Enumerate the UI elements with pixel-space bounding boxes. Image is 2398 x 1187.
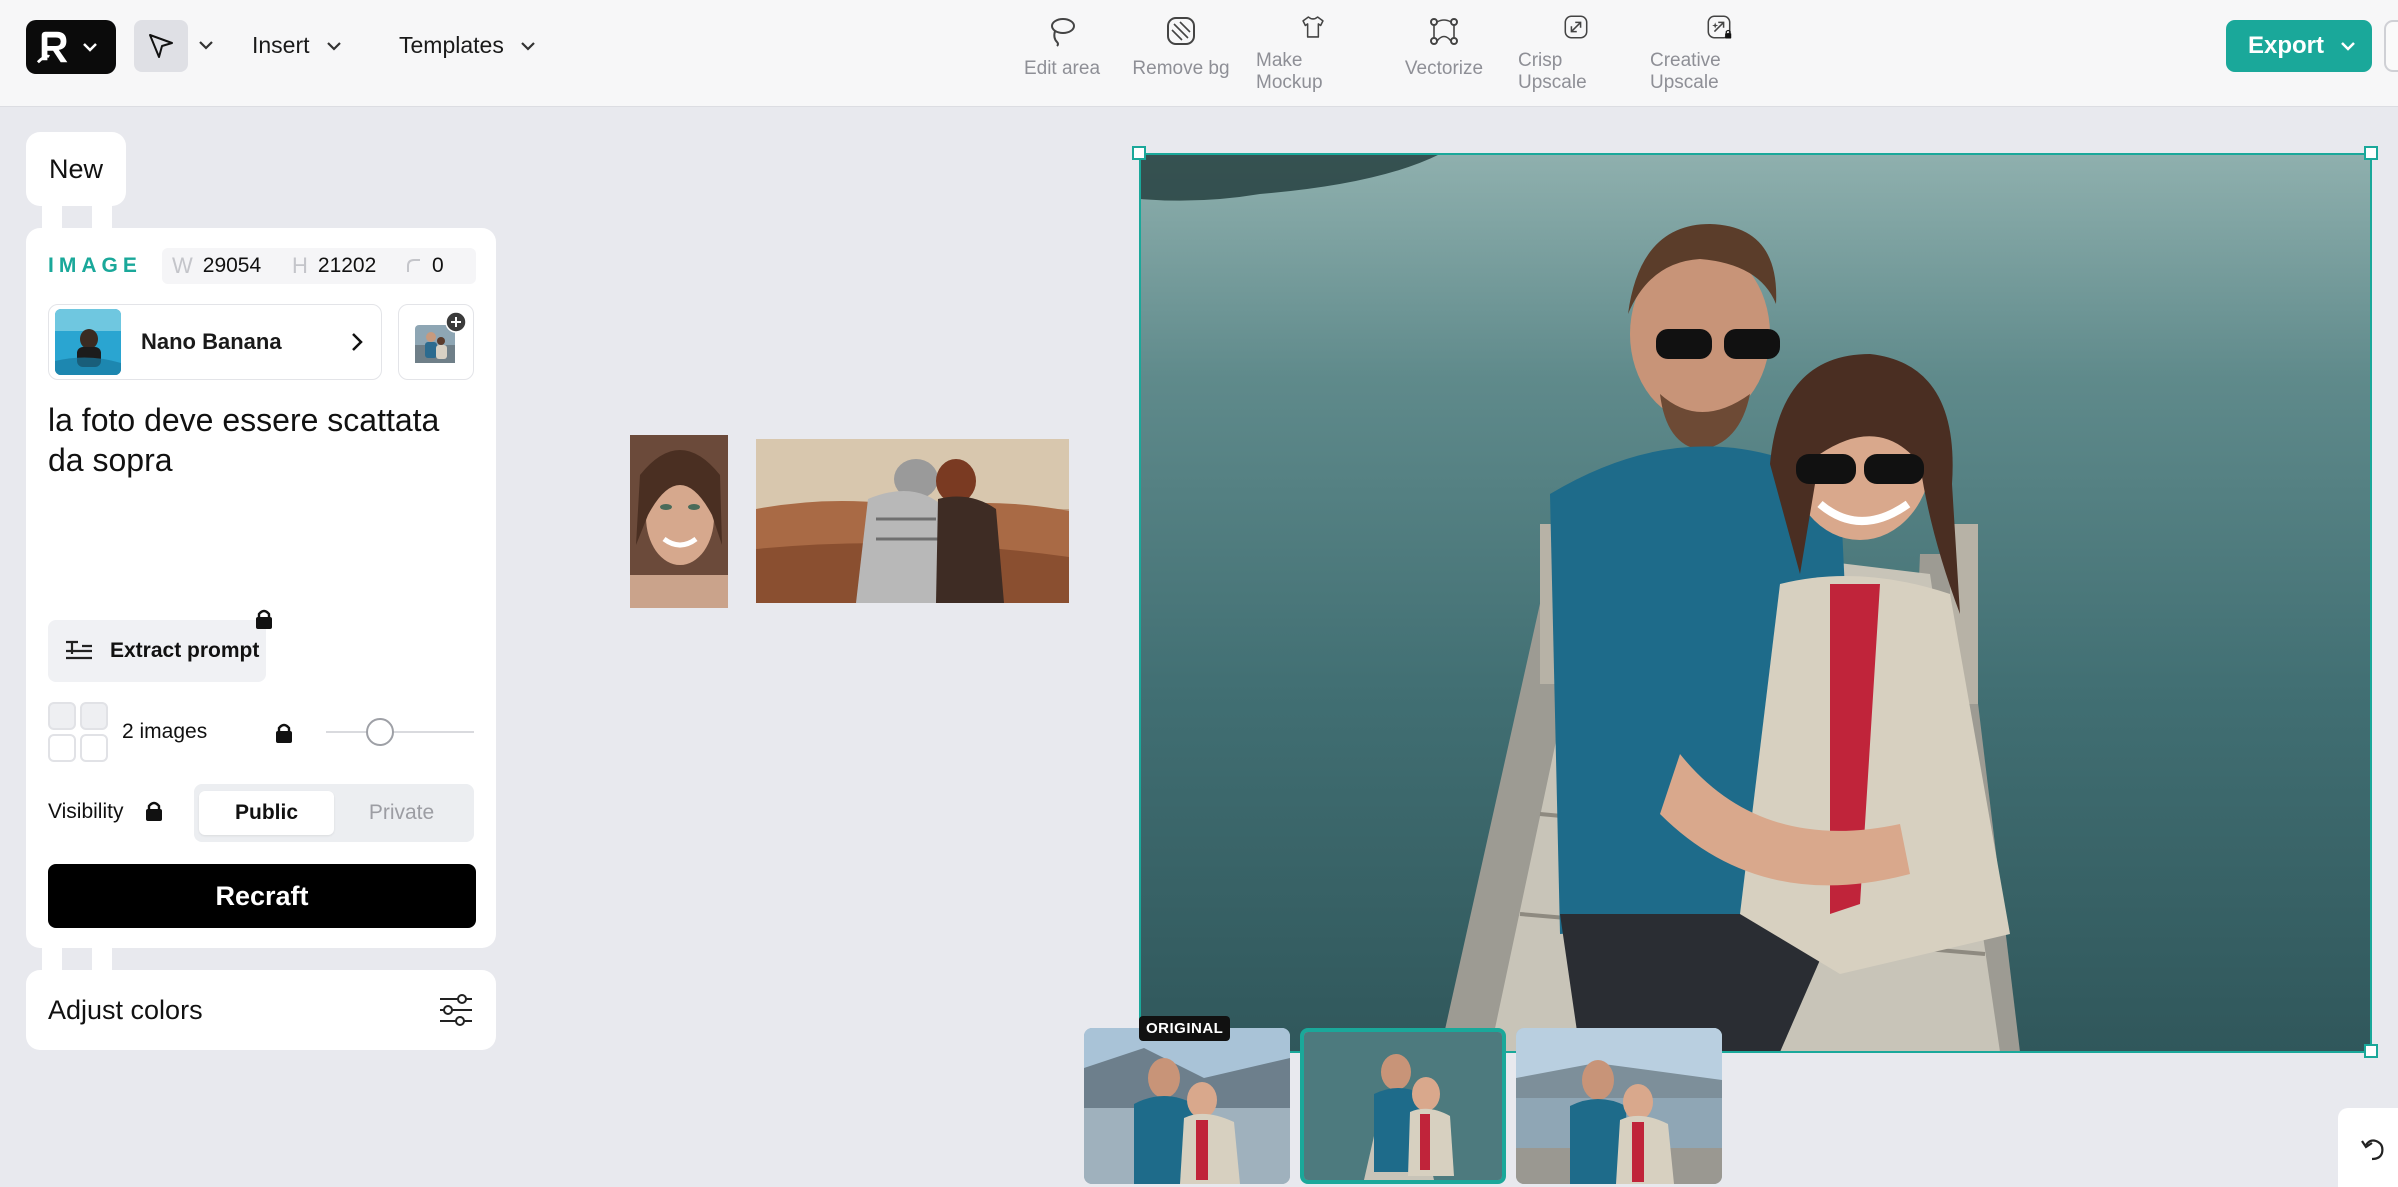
undo-icon: [2361, 1139, 2384, 1161]
chevron-down-icon: [2341, 42, 2355, 51]
recraft-logo-icon: [36, 31, 68, 64]
variant-artwork: [1516, 1028, 1722, 1184]
profile-button[interactable]: [2384, 20, 2398, 72]
vectorize-label: Vectorize: [1404, 58, 1484, 79]
radius-value: 0: [432, 254, 444, 277]
make-mockup-button[interactable]: Make Mockup: [1248, 14, 1378, 94]
crisp-upscale-label: Crisp Upscale: [1518, 50, 1587, 93]
app-menu-button[interactable]: [26, 20, 116, 74]
visibility-toggle: Public Private: [194, 784, 474, 842]
prompt-text[interactable]: la foto deve essere scattata da sopra: [48, 400, 458, 480]
insert-menu[interactable]: Insert: [252, 32, 342, 59]
image-count-slider-handle[interactable]: [366, 718, 394, 746]
model-selector[interactable]: Nano Banana: [48, 304, 382, 380]
original-badge: ORIGINAL: [1139, 1016, 1231, 1041]
upscale-arrows-icon: [1564, 15, 1588, 39]
creative-upscale-icon: [1707, 15, 1732, 39]
select-tool-button[interactable]: [134, 20, 188, 72]
creative-upscale-button[interactable]: Creative Upscale: [1642, 14, 1796, 94]
chevron-down-icon: [521, 41, 535, 51]
panel-connector: [42, 206, 62, 228]
variant-artwork: [1084, 1028, 1290, 1184]
vector-nodes-icon: [1430, 18, 1458, 45]
canvas-image-portrait[interactable]: [630, 435, 728, 608]
resize-handle-top-right[interactable]: [2364, 146, 2378, 160]
remove-bg-label: Remove bg: [1132, 58, 1230, 79]
remove-bg-icon: [1167, 17, 1195, 45]
image-count-slider-track[interactable]: [326, 731, 474, 733]
lock-icon: [256, 609, 272, 629]
edit-area-label: Edit area: [1023, 58, 1101, 79]
top-toolbar: Insert Templates Edit area Remove bg Mak…: [0, 0, 2398, 107]
templates-label: Templates: [399, 32, 504, 58]
images-count-label: 2 images: [122, 720, 208, 743]
model-name: Nano Banana: [141, 329, 282, 354]
image-actions-group: Edit area Remove bg Make Mockup Vectoriz…: [1010, 14, 1796, 94]
chevron-down-icon[interactable]: [198, 40, 214, 50]
extract-prompt-button[interactable]: Extract prompt: [48, 620, 266, 682]
corner-radius-field[interactable]: 0: [396, 248, 476, 284]
visibility-label: Visibility: [48, 800, 124, 823]
width-value: 29054: [202, 254, 262, 277]
insert-label: Insert: [252, 32, 310, 58]
chevron-down-icon: [326, 41, 341, 51]
recraft-button[interactable]: Recraft: [48, 864, 476, 928]
canvas-image-robot[interactable]: [756, 439, 1069, 603]
recraft-label: Recraft: [215, 880, 309, 911]
chevron-down-icon: [83, 43, 97, 52]
plus-icon: [445, 311, 467, 333]
variant-thumbnail[interactable]: [1516, 1028, 1722, 1184]
creative-upscale-label: Creative Upscale: [1650, 50, 1721, 93]
section-label: IMAGE: [48, 254, 142, 277]
lasso-icon: [1051, 18, 1075, 47]
adjust-colors-section[interactable]: Adjust colors: [26, 970, 496, 1050]
variant-thumbnail-selected[interactable]: [1300, 1028, 1506, 1184]
undo-button[interactable]: [2338, 1108, 2398, 1187]
robot-artwork: [756, 439, 1069, 603]
edit-area-button[interactable]: Edit area: [1010, 14, 1114, 94]
chevron-right-icon: [352, 333, 363, 351]
variant-artwork: [1304, 1032, 1502, 1180]
height-key: H: [292, 253, 308, 278]
variant-strip: [1084, 1028, 1722, 1184]
resize-handle-bottom-right[interactable]: [2364, 1044, 2378, 1058]
portrait-artwork: [630, 435, 728, 608]
text-lines-icon: [66, 640, 92, 660]
width-field[interactable]: W 29054: [162, 248, 300, 284]
panel-connector: [42, 948, 62, 970]
panel-connector: [92, 948, 112, 970]
resize-handle-top-left[interactable]: [1132, 146, 1146, 160]
cursor-arrow-icon: [149, 34, 173, 58]
templates-menu[interactable]: Templates: [399, 32, 536, 59]
make-mockup-label: Make Mockup: [1256, 50, 1323, 93]
visibility-private-option[interactable]: Private: [334, 791, 469, 835]
image-settings-panel: IMAGE W 29054 H 21202 0 Nano Banana la f…: [26, 228, 496, 948]
tshirt-icon: [1302, 16, 1324, 38]
crisp-upscale-button[interactable]: Crisp Upscale: [1510, 14, 1642, 94]
vectorize-button[interactable]: Vectorize: [1378, 14, 1510, 94]
remove-bg-button[interactable]: Remove bg: [1114, 14, 1248, 94]
height-value: 21202: [317, 254, 377, 277]
new-tab-label: New: [48, 153, 103, 184]
lock-icon: [276, 723, 292, 743]
image-count-grid-icon: [48, 702, 112, 766]
panel-connector: [92, 206, 112, 228]
extract-prompt-label: Extract prompt: [110, 639, 260, 662]
width-key: W: [172, 253, 193, 278]
selected-canvas-image[interactable]: [1140, 154, 2371, 1052]
lock-icon: [146, 801, 162, 821]
reference-image-button[interactable]: [398, 304, 474, 380]
variant-thumbnail-original[interactable]: [1084, 1028, 1290, 1184]
model-preview-image: [55, 309, 121, 375]
corner-radius-icon: [407, 259, 420, 272]
model-thumbnail: [55, 309, 121, 375]
new-tab[interactable]: New: [26, 132, 126, 206]
visibility-public-option[interactable]: Public: [199, 791, 334, 835]
sliders-icon: [440, 994, 472, 1026]
couple-on-pier-artwork: [1140, 154, 2371, 1052]
export-label: Export: [2248, 32, 2325, 59]
adjust-colors-label: Adjust colors: [48, 994, 203, 1025]
export-button[interactable]: Export: [2226, 20, 2372, 72]
